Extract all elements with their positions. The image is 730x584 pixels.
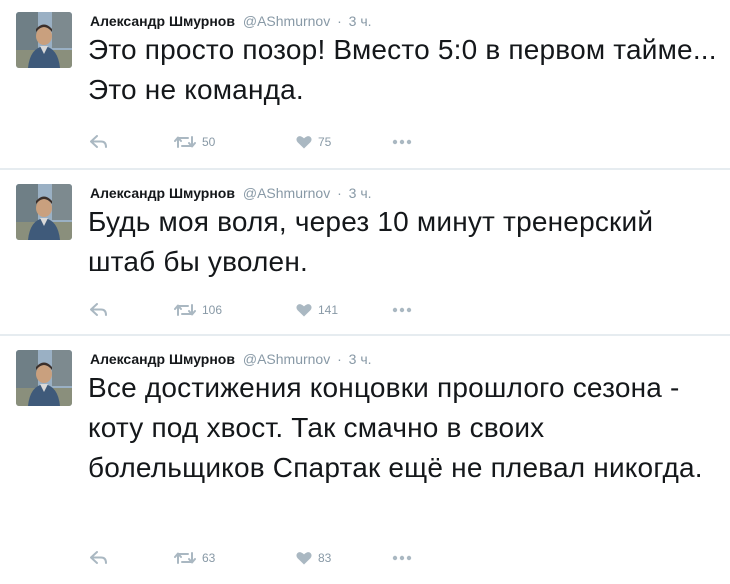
retweet-icon — [174, 136, 196, 148]
timestamp[interactable]: 3 ч. — [349, 13, 372, 29]
tweet-text: Будь моя воля, через 10 минут тренерский… — [88, 206, 654, 277]
reply-icon — [90, 303, 107, 316]
author-handle[interactable]: @AShmurnov — [243, 351, 330, 367]
retweet-icon — [174, 552, 196, 564]
like-count: 141 — [318, 303, 339, 317]
tweet-header: Александр Шмурнов @AShmurnov · 3 ч. — [90, 350, 372, 368]
author-name[interactable]: Александр Шмурнов — [90, 13, 235, 29]
separator: · — [337, 185, 342, 201]
like-button[interactable]: 75 — [296, 132, 331, 152]
retweet-button[interactable]: 106 — [174, 300, 222, 320]
tweet[interactable]: Александр Шмурнов @AShmurnov · 3 ч. Это … — [0, 12, 730, 162]
more-button[interactable] — [392, 548, 412, 568]
tweet-divider — [0, 168, 730, 170]
heart-icon — [296, 304, 312, 317]
tweet-text: Это просто позор! Вместо 5:0 в первом та… — [88, 34, 717, 105]
like-count: 75 — [318, 135, 332, 149]
retweet-count: 63 — [202, 551, 216, 565]
author-handle[interactable]: @AShmurnov — [243, 13, 330, 29]
retweet-button[interactable]: 63 — [174, 548, 215, 568]
more-icon — [392, 555, 412, 561]
reply-button[interactable] — [90, 300, 108, 320]
avatar[interactable] — [16, 184, 72, 240]
like-count: 83 — [318, 551, 332, 565]
tweet-divider — [0, 334, 730, 336]
more-icon — [392, 139, 412, 145]
avatar-image — [16, 184, 72, 240]
author-name[interactable]: Александр Шмурнов — [90, 185, 235, 201]
tweet-actions: 50 75 — [90, 132, 450, 152]
more-button[interactable] — [392, 300, 412, 320]
tweet[interactable]: Александр Шмурнов @AShmurnov · 3 ч. Все … — [0, 350, 730, 580]
more-button[interactable] — [392, 132, 412, 152]
retweet-count: 50 — [202, 135, 216, 149]
author-handle[interactable]: @AShmurnov — [243, 185, 330, 201]
tweet-feed: Александр Шмурнов @AShmurnov · 3 ч. Это … — [0, 0, 730, 584]
reply-button[interactable] — [90, 132, 108, 152]
tweet-actions: 106 141 — [90, 300, 450, 320]
reply-button[interactable] — [90, 548, 108, 568]
reply-icon — [90, 551, 107, 564]
tweet-actions: 63 83 — [90, 548, 450, 568]
tweet-text: Все достижения концовки прошлого сезона … — [88, 372, 703, 483]
retweet-button[interactable]: 50 — [174, 132, 215, 152]
avatar-image — [16, 350, 72, 406]
tweet-header: Александр Шмурнов @AShmurnov · 3 ч. — [90, 12, 372, 30]
heart-icon — [296, 552, 312, 565]
avatar[interactable] — [16, 350, 72, 406]
separator: · — [337, 351, 342, 367]
avatar[interactable] — [16, 12, 72, 68]
author-name[interactable]: Александр Шмурнов — [90, 351, 235, 367]
more-icon — [392, 307, 412, 313]
reply-icon — [90, 135, 107, 148]
avatar-image — [16, 12, 72, 68]
timestamp[interactable]: 3 ч. — [349, 185, 372, 201]
retweet-icon — [174, 304, 196, 316]
heart-icon — [296, 136, 312, 149]
tweet[interactable]: Александр Шмурнов @AShmurnov · 3 ч. Будь… — [0, 184, 730, 324]
like-button[interactable]: 83 — [296, 548, 331, 568]
tweet-header: Александр Шмурнов @AShmurnov · 3 ч. — [90, 184, 372, 202]
timestamp[interactable]: 3 ч. — [349, 351, 372, 367]
like-button[interactable]: 141 — [296, 300, 338, 320]
separator: · — [337, 13, 342, 29]
retweet-count: 106 — [202, 303, 223, 317]
